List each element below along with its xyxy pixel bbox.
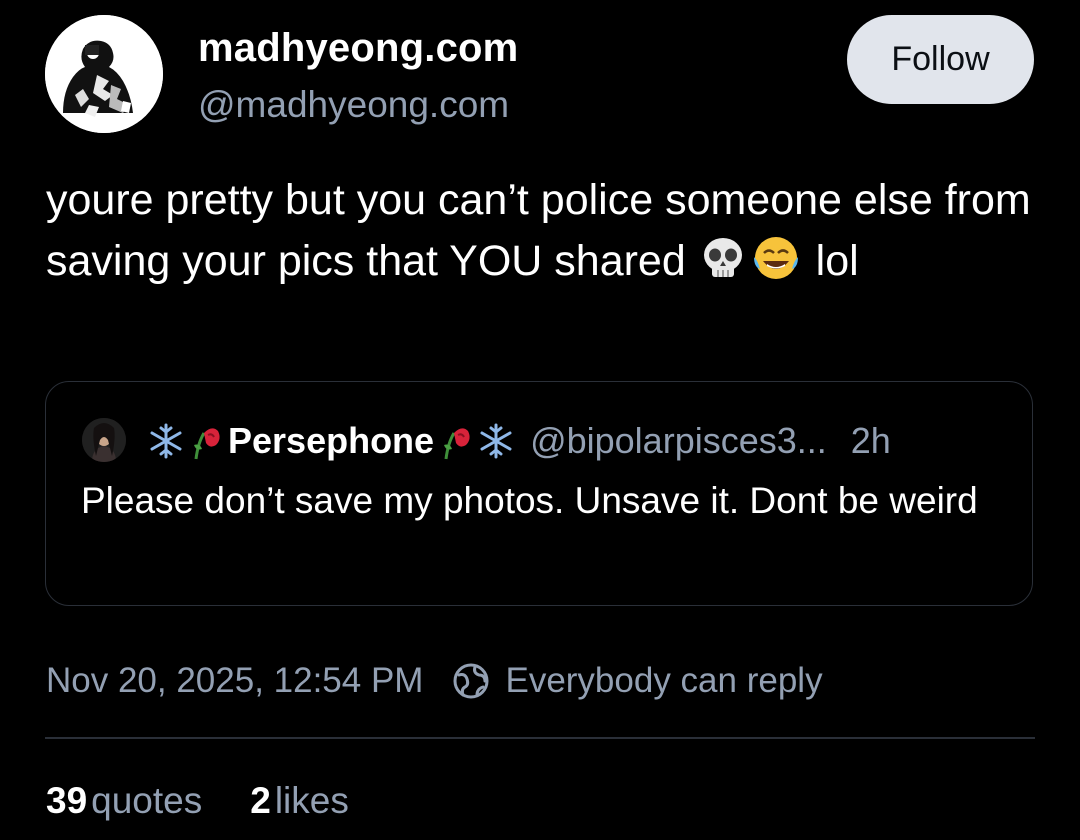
reply-setting[interactable]: Everybody can reply — [451, 661, 823, 701]
follow-button[interactable]: Follow — [847, 15, 1034, 104]
skull-emoji — [703, 238, 742, 277]
likes-number: 2 — [250, 780, 271, 821]
quoted-post-text: Please don’t save my photos. Unsave it. … — [81, 480, 978, 521]
quotes-label: quotes — [91, 780, 203, 821]
post-text-tail: lol — [803, 237, 859, 285]
tears-of-joy-emoji — [753, 237, 798, 279]
quoted-author-handle[interactable]: @bipolarpisces3... — [530, 420, 827, 462]
post-detail: madhyeong.com @madhyeong.com Follow your… — [0, 0, 1080, 840]
post-meta: Nov 20, 2025, 12:54 PM Everybody can rep… — [46, 656, 823, 706]
author-handle[interactable]: @madhyeong.com — [198, 84, 509, 126]
quoted-post-time: 2h — [850, 420, 891, 461]
quotes-number: 39 — [46, 780, 88, 821]
snowflake-icon — [480, 423, 512, 459]
quotes-count[interactable]: 39 quotes — [46, 780, 202, 822]
post-text: youre pretty but you can’t police someon… — [46, 170, 1036, 292]
profile-photo-icon — [82, 418, 126, 462]
quoted-post-header: Persephone @bipolarpisces3... 2h — [146, 418, 891, 464]
post-stats: 39 quotes 2 likes — [46, 780, 397, 822]
reply-setting-label: Everybody can reply — [505, 661, 823, 700]
divider — [45, 737, 1035, 739]
likes-label: likes — [274, 780, 349, 821]
likes-count[interactable]: 2 likes — [250, 780, 349, 822]
wilted-rose-icon — [444, 428, 470, 460]
quoted-author-avatar[interactable] — [82, 418, 126, 462]
author-display-name[interactable]: madhyeong.com — [198, 26, 518, 71]
quoted-author-name[interactable]: Persephone — [228, 420, 434, 462]
profile-photo-icon — [45, 15, 163, 133]
snowflake-icon — [150, 423, 182, 459]
author-avatar[interactable] — [45, 15, 163, 133]
post-text-main: youre pretty but you can’t police someon… — [46, 176, 1043, 285]
quoted-post-card[interactable]: Persephone @bipolarpisces3... 2h Please … — [45, 381, 1033, 606]
post-emojis — [698, 233, 804, 283]
post-timestamp: Nov 20, 2025, 12:54 PM — [46, 661, 424, 700]
wilted-rose-icon — [194, 428, 220, 460]
globe-icon — [453, 663, 489, 699]
